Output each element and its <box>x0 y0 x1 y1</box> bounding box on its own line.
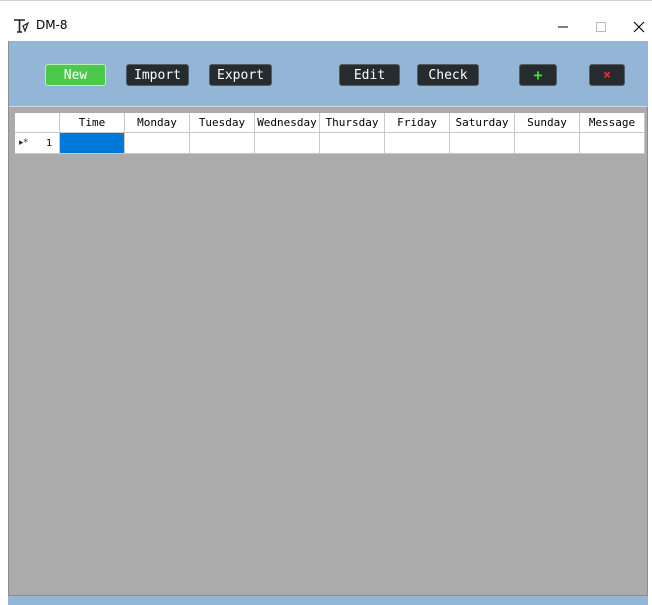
new-row-marker-icon: ▸* <box>19 138 29 148</box>
add-row-button[interactable]: + <box>519 64 557 86</box>
window-title: DM-8 <box>36 18 68 32</box>
plus-icon: + <box>533 66 543 84</box>
check-button[interactable]: Check <box>417 64 479 86</box>
bottom-strip <box>8 596 648 605</box>
close-icon <box>633 21 645 33</box>
grid-header: Time Monday Tuesday Wednesday Thursday F… <box>15 113 645 133</box>
minimize-button[interactable] <box>545 13 581 41</box>
close-button[interactable] <box>621 13 652 41</box>
column-header-monday[interactable]: Monday <box>125 113 190 132</box>
cell-friday[interactable] <box>385 133 450 153</box>
frame-edge <box>8 41 9 596</box>
maximize-button[interactable] <box>583 13 619 41</box>
data-grid[interactable] <box>8 106 648 596</box>
minimize-icon <box>558 26 568 28</box>
column-header-thursday[interactable]: Thursday <box>320 113 385 132</box>
column-header-wednesday[interactable]: Wednesday <box>255 113 320 132</box>
column-header-tuesday[interactable]: Tuesday <box>190 113 255 132</box>
column-header-friday[interactable]: Friday <box>385 113 450 132</box>
app-window: DM-8 New Import Export Edit Check + × Ti… <box>0 0 652 605</box>
table-row[interactable]: ▸* 1 <box>15 133 645 154</box>
title-bar[interactable]: DM-8 <box>0 13 652 41</box>
column-header-message[interactable]: Message <box>580 113 645 132</box>
cell-thursday[interactable] <box>320 133 385 153</box>
cell-wednesday[interactable] <box>255 133 320 153</box>
new-button[interactable]: New <box>45 64 106 86</box>
row-header[interactable]: ▸* 1 <box>15 133 60 153</box>
row-number: 1 <box>46 137 53 149</box>
maximize-icon <box>596 22 606 32</box>
header-corner <box>15 113 60 132</box>
cell-time[interactable] <box>60 133 125 153</box>
cell-tuesday[interactable] <box>190 133 255 153</box>
cell-sunday[interactable] <box>515 133 580 153</box>
app-logo-icon <box>14 19 30 33</box>
delete-row-button[interactable]: × <box>589 64 625 86</box>
cell-saturday[interactable] <box>450 133 515 153</box>
column-header-sunday[interactable]: Sunday <box>515 113 580 132</box>
cell-message[interactable] <box>580 133 645 153</box>
column-header-saturday[interactable]: Saturday <box>450 113 515 132</box>
export-button[interactable]: Export <box>209 64 272 86</box>
column-header-time[interactable]: Time <box>60 113 125 132</box>
cell-monday[interactable] <box>125 133 190 153</box>
import-button[interactable]: Import <box>126 64 189 86</box>
toolbar: New Import Export Edit Check + × <box>8 41 648 106</box>
cross-icon: × <box>603 67 611 83</box>
edit-button[interactable]: Edit <box>339 64 400 86</box>
